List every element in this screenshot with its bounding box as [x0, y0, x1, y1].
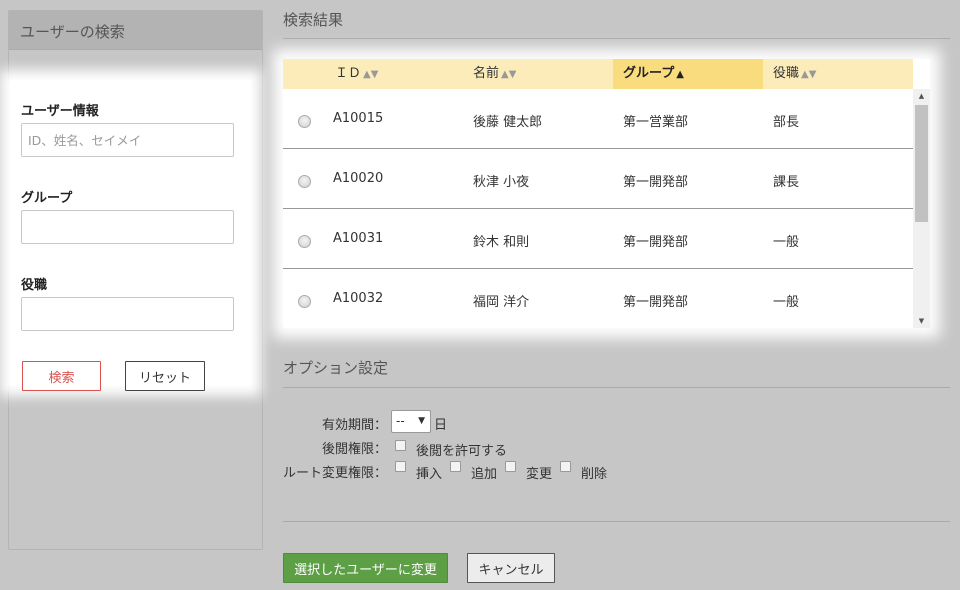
column-header-label: グループ — [623, 66, 675, 81]
options-title: オプション設定 — [283, 359, 389, 377]
column-header-position[interactable]: 役職 ▲▼ — [773, 59, 873, 89]
route-change-option-label[interactable]: 変更 — [526, 463, 552, 482]
row-radio[interactable] — [298, 295, 311, 308]
chevron-down-icon: ▼ — [418, 416, 425, 426]
route-add-checkbox[interactable] — [450, 461, 461, 472]
sort-asc-icon: ▲ — [676, 69, 684, 80]
column-header-id[interactable]: ＩＤ ▲▼ — [335, 59, 411, 89]
period-select-value: -- — [396, 414, 405, 428]
cell-name: 後藤 健太郎 — [473, 115, 543, 130]
later-review-label: 後閲権限： — [321, 442, 387, 457]
scrollbar-thumb[interactable] — [915, 105, 928, 222]
cell-name: 福岡 洋介 — [473, 295, 530, 310]
later-review-checkbox[interactable] — [395, 440, 406, 451]
user-info-input[interactable] — [21, 123, 234, 157]
scroll-up-icon[interactable]: ▲ — [913, 89, 930, 103]
cancel-button[interactable]: キャンセル — [467, 553, 555, 583]
results-table: ＩＤ ▲▼ 名前 ▲▼ グループ ▲ 役職 ▲▼ A10015 後藤 健太郎 第一営業部… — [283, 59, 930, 328]
group-label: グループ — [21, 191, 73, 206]
cell-position: 部長 — [773, 115, 800, 130]
search-button[interactable]: 検索 — [22, 361, 101, 391]
table-body: A10015 後藤 健太郎 第一営業部 部長 A10020 秋津 小夜 第一開発… — [283, 89, 913, 329]
column-header-name[interactable]: 名前 ▲▼ — [473, 59, 573, 89]
table-row[interactable]: A10032 福岡 洋介 第一開発部 一般 — [283, 269, 913, 329]
position-input[interactable] — [21, 297, 234, 331]
sort-both-icon: ▲▼ — [363, 69, 379, 80]
results-title: 検索結果 — [283, 11, 344, 29]
period-select[interactable]: -- ▼ — [391, 410, 431, 433]
cell-id: A10032 — [333, 291, 384, 306]
route-delete-checkbox[interactable] — [560, 461, 571, 472]
column-header-group[interactable]: グループ ▲ — [613, 59, 763, 89]
route-insert-label[interactable]: 挿入 — [416, 463, 442, 482]
row-radio[interactable] — [298, 235, 311, 248]
user-info-label: ユーザー情報 — [21, 104, 99, 119]
search-form: ユーザー情報 グループ 役職 検索 リセット — [10, 80, 251, 391]
column-header-label: 名前 — [473, 66, 500, 81]
cell-group: 第一営業部 — [623, 115, 689, 130]
sort-both-icon: ▲▼ — [801, 69, 817, 80]
results-divider — [283, 38, 950, 39]
table-row[interactable]: A10031 鈴木 和則 第一開発部 一般 — [283, 209, 913, 269]
table-header: ＩＤ ▲▼ 名前 ▲▼ グループ ▲ 役職 ▲▼ — [283, 59, 913, 89]
table-row[interactable]: A10015 後藤 健太郎 第一営業部 部長 — [283, 89, 913, 149]
route-add-label[interactable]: 追加 — [471, 463, 497, 482]
cell-id: A10031 — [333, 231, 384, 246]
period-unit: 日 — [434, 418, 448, 433]
cell-id: A10020 — [333, 171, 384, 186]
scroll-down-icon[interactable]: ▼ — [913, 314, 930, 328]
options-divider — [283, 387, 950, 388]
column-header-label: ＩＤ — [335, 66, 362, 81]
route-change-label: ルート変更権限： — [282, 466, 387, 481]
position-label: 役職 — [21, 278, 48, 293]
cell-group: 第一開発部 — [623, 175, 689, 190]
route-insert-checkbox[interactable] — [395, 461, 406, 472]
table-row[interactable]: A10020 秋津 小夜 第一開発部 課長 — [283, 149, 913, 209]
reset-button[interactable]: リセット — [125, 361, 205, 391]
cell-position: 一般 — [773, 235, 800, 250]
apply-to-selected-user-button[interactable]: 選択したユーザーに変更 — [283, 553, 448, 583]
route-delete-label[interactable]: 削除 — [581, 463, 607, 482]
cell-name: 秋津 小夜 — [473, 175, 530, 190]
cell-position: 一般 — [773, 295, 800, 310]
group-input[interactable] — [21, 210, 234, 244]
cell-position: 課長 — [773, 175, 800, 190]
table-scrollbar[interactable]: ▲ ▼ — [913, 89, 930, 328]
cell-id: A10015 — [333, 111, 384, 126]
search-panel-title: ユーザーの検索 — [9, 11, 262, 50]
later-review-checkbox-label[interactable]: 後閲を許可する — [416, 440, 507, 459]
period-label: 有効期間： — [321, 418, 387, 433]
row-radio[interactable] — [298, 175, 311, 188]
column-header-label: 役職 — [773, 66, 800, 81]
cell-group: 第一開発部 — [623, 295, 689, 310]
sort-both-icon: ▲▼ — [501, 69, 517, 80]
actions-divider — [283, 521, 950, 522]
route-change-checkbox[interactable] — [505, 461, 516, 472]
row-radio[interactable] — [298, 115, 311, 128]
cell-group: 第一開発部 — [623, 235, 689, 250]
cell-name: 鈴木 和則 — [473, 235, 530, 250]
